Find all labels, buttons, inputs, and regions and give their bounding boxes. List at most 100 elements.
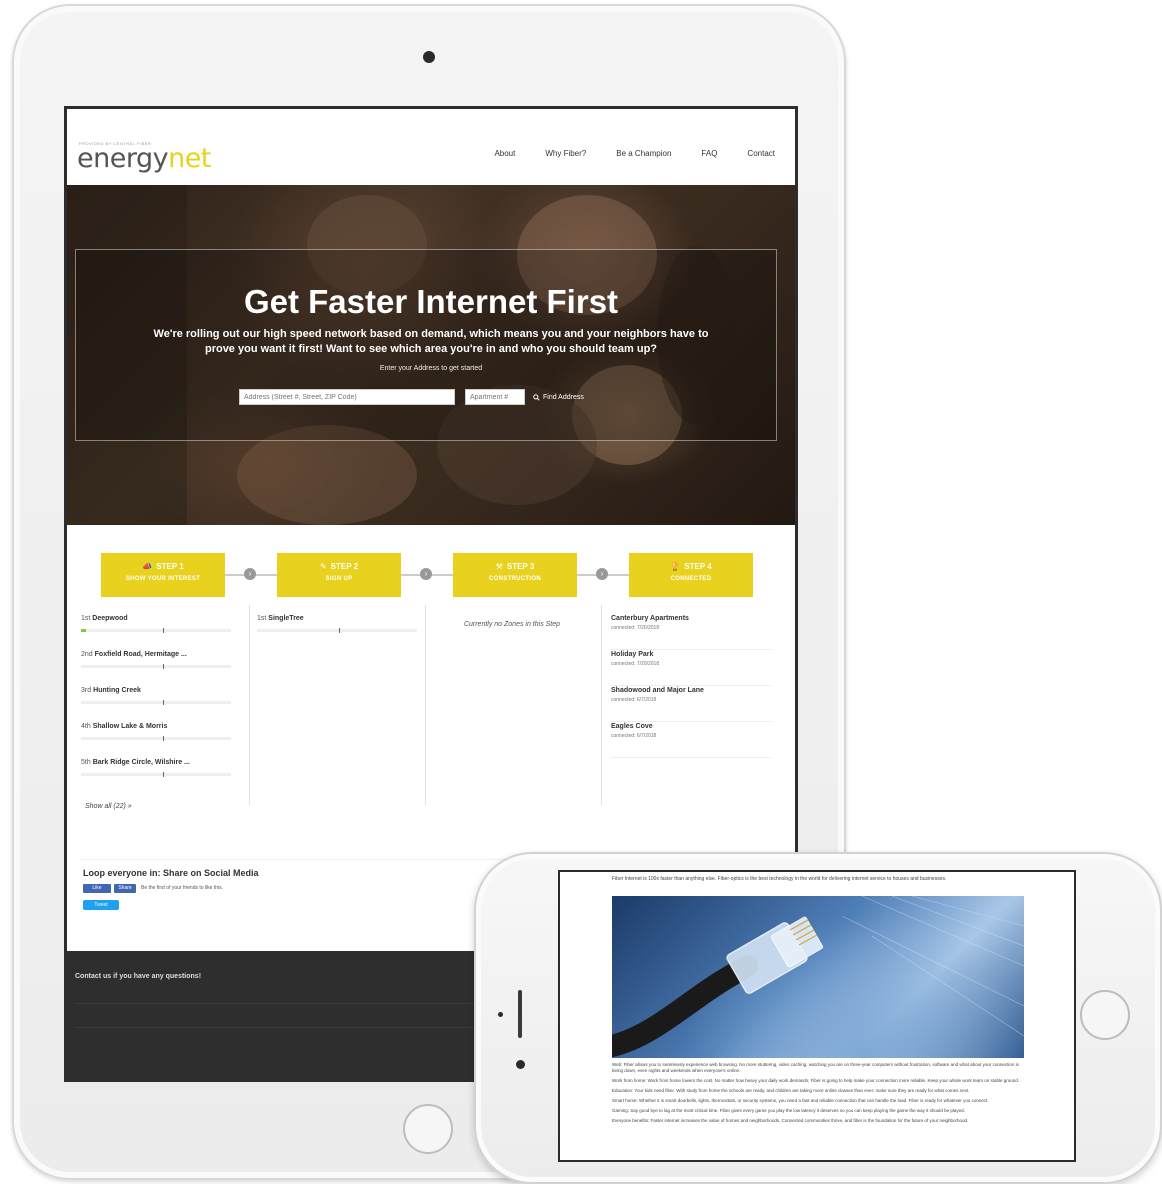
article-paragraph: Education: Your kids need fiber. With st… — [612, 1088, 970, 1093]
step-1-card[interactable]: 📣 STEP 1 SHOW YOUR INTEREST — [101, 553, 225, 597]
chevron-right-icon: › — [244, 568, 256, 580]
zone-progress-bar — [81, 629, 231, 632]
step-4-title: STEP 4 — [684, 562, 712, 571]
show-all-link[interactable]: Show all (22) » — [85, 803, 132, 810]
zone-rank: 2nd — [81, 651, 93, 658]
facebook-like-button[interactable]: Like — [83, 884, 111, 893]
zone-progress-bar — [81, 773, 231, 776]
construction-icon: ⚒ — [495, 562, 503, 571]
step-4-card[interactable]: 🏆 STEP 4 CONNECTED — [629, 553, 753, 597]
zone-target-tick — [163, 736, 164, 741]
cable-illustration — [612, 896, 1024, 1057]
connected-zone-date: connected: 7/20/2018 — [611, 625, 660, 631]
camera-icon — [423, 51, 435, 63]
site-header: PROVIDED BY CENTRAL FIBER energynet Abou… — [67, 109, 795, 185]
connected-zone-name: Eagles Cove — [611, 723, 653, 730]
zone-name: Shallow Lake & Morris — [92, 723, 168, 730]
zone-rank: 5th — [81, 759, 91, 766]
article-paragraph: Everyone benefits: Faster internet incre… — [612, 1118, 969, 1123]
find-address-button[interactable]: Find Address — [533, 389, 605, 405]
zone-target-tick — [163, 628, 164, 633]
connected-zone-date: connected: 6/7/2018 — [611, 697, 657, 703]
home-button[interactable] — [1080, 990, 1130, 1040]
zone-row[interactable]: 2nd Foxfield Road, Hermitage ... — [81, 651, 231, 681]
speaker-grille — [518, 990, 522, 1038]
zone-target-tick — [339, 628, 340, 633]
zone-name: Foxfield Road, Hermitage ... — [94, 651, 187, 658]
nav-be-a-champion[interactable]: Be a Champion — [616, 149, 671, 158]
phone-screen: Fiber Internet is 100x faster than anyth… — [558, 870, 1076, 1162]
zone-rank: 3rd — [81, 687, 92, 694]
connected-zone[interactable]: Eagles Cove connected: 6/7/2018 — [611, 723, 771, 758]
connected-zone-date: connected: 7/20/2018 — [611, 661, 660, 667]
step-4-subtitle: CONNECTED — [670, 576, 712, 582]
footer-divider — [75, 1003, 475, 1004]
tweet-button[interactable]: Tweet — [83, 900, 119, 910]
zone-row[interactable]: 3rd Hunting Creek — [81, 687, 231, 717]
article-body: Web: Fiber allows you to seamlessly expe… — [612, 1062, 1024, 1128]
connected-zone[interactable]: Holiday Park connected: 7/20/2018 — [611, 651, 771, 686]
zone-progress-bar — [257, 629, 417, 632]
zone-target-tick — [163, 772, 164, 777]
chevron-right-icon: › — [596, 568, 608, 580]
apartment-input[interactable] — [465, 389, 525, 405]
logo-main: energy — [77, 143, 169, 174]
zone-row[interactable]: 5th Bark Ridge Circle, Wilshire ... — [81, 759, 231, 789]
ethernet-cable-image — [612, 896, 1024, 1058]
connected-zone-name: Holiday Park — [611, 651, 654, 658]
connected-zone-name: Shadowood and Major Lane — [611, 687, 704, 694]
article-paragraph: Web: Fiber allows you to seamlessly expe… — [612, 1062, 1019, 1073]
address-input[interactable] — [239, 389, 455, 405]
edit-icon: ✎ — [319, 562, 327, 571]
connected-zone[interactable]: Shadowood and Major Lane connected: 6/7/… — [611, 687, 771, 722]
step-3-subtitle: CONSTRUCTION — [489, 576, 541, 582]
zone-rank: 1st — [257, 615, 267, 622]
zone-name: Bark Ridge Circle, Wilshire ... — [92, 759, 190, 766]
hero-subtitle: We're rolling out our high speed network… — [153, 328, 709, 355]
zone-name: Deepwood — [92, 615, 128, 622]
connected-zone-name: Canterbury Apartments — [611, 615, 689, 622]
column-divider — [249, 605, 250, 805]
phone-device: Fiber Internet is 100x faster than anyth… — [474, 852, 1162, 1184]
facebook-share-button[interactable]: Share — [114, 884, 136, 893]
home-button[interactable] — [403, 1104, 453, 1154]
find-address-label: Find Address — [543, 393, 584, 401]
column-divider — [425, 605, 426, 805]
step-3-title: STEP 3 — [506, 562, 535, 571]
zone-progress-bar — [81, 737, 231, 740]
article-paragraph: Work from home: Work from home lowers th… — [612, 1078, 1020, 1083]
hero-hint: Enter your Address to get started — [379, 365, 483, 372]
zone-name: Hunting Creek — [93, 687, 141, 694]
zone-row[interactable]: 1st SingleTree — [257, 615, 417, 645]
zone-row[interactable]: 4th Shallow Lake & Morris — [81, 723, 231, 753]
column-divider — [601, 605, 602, 805]
connected-zone[interactable]: Canterbury Apartments connected: 7/20/20… — [611, 615, 771, 650]
zone-rank: 1st — [81, 615, 91, 622]
facebook-note: Be the first of your friends to like thi… — [141, 885, 223, 891]
zone-progress-fill — [81, 629, 86, 632]
footer-contact-text: Contact us if you have any questions! — [75, 973, 202, 980]
zone-target-tick — [163, 700, 164, 705]
article-paragraph: Gaming: Say good bye to lag at the most … — [612, 1108, 965, 1113]
step-2-card[interactable]: ✎ STEP 2 SIGN UP — [277, 553, 401, 597]
zone-row[interactable]: 1st Deepwood — [81, 615, 231, 645]
chevron-right-icon: › — [420, 568, 432, 580]
zone-target-tick — [163, 664, 164, 669]
search-icon — [533, 393, 540, 401]
nav-why-fiber[interactable]: Why Fiber? — [545, 149, 586, 158]
hero-title: Get Faster Internet First — [243, 283, 619, 320]
zone-rank: 4th — [81, 723, 91, 730]
step-2-title: STEP 2 — [330, 562, 359, 571]
step-3-empty-note: Currently no Zones in this Step — [463, 621, 561, 628]
step-3-card[interactable]: ⚒ STEP 3 CONSTRUCTION — [453, 553, 577, 597]
zone-progress-bar — [81, 665, 231, 668]
logo[interactable]: energynet — [77, 143, 211, 174]
nav-contact[interactable]: Contact — [747, 149, 775, 158]
article-paragraph: Smart home: Whether it is smart doorbell… — [612, 1098, 989, 1103]
nav-faq[interactable]: FAQ — [701, 149, 717, 158]
megaphone-icon: 📣 — [142, 562, 153, 571]
nav-about[interactable]: About — [494, 149, 515, 158]
step-1-subtitle: SHOW YOUR INTEREST — [125, 576, 201, 582]
logo-accent: net — [168, 143, 211, 174]
social-title: Loop everyone in: Share on Social Media — [83, 868, 259, 878]
